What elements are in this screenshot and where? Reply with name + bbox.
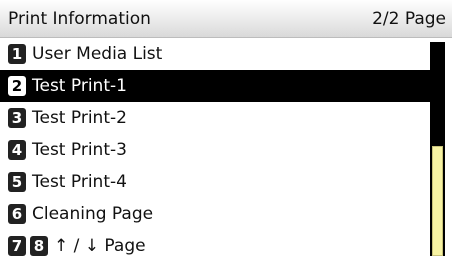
menu-item-test-print-2[interactable]: 3 Test Print-2	[0, 102, 430, 134]
menu-item-label: Cleaning Page	[32, 204, 154, 224]
menu-item-test-print-1[interactable]: 2 Test Print-1	[0, 70, 430, 102]
menu-item-label: Test Print-4	[32, 172, 127, 192]
page-title: Print Information	[8, 9, 151, 29]
menu-item-label: Test Print-3	[32, 140, 127, 160]
menu-item-user-media-list[interactable]: 1 User Media List	[0, 38, 430, 70]
number-4-icon: 4	[8, 140, 26, 160]
number-7-icon[interactable]: 7	[8, 236, 26, 256]
menu-item-label: Test Print-1	[32, 76, 127, 96]
scrollbar-thumb[interactable]	[432, 146, 443, 256]
menu-item-test-print-4[interactable]: 5 Test Print-4	[0, 166, 430, 198]
menu-item-label: Test Print-2	[32, 108, 127, 128]
page-nav-label: ↑ / ↓ Page	[54, 236, 146, 256]
number-2-icon: 2	[8, 76, 26, 96]
number-6-icon: 6	[8, 204, 26, 224]
header-bar: Print Information 2/2 Page	[0, 0, 452, 38]
page-nav-row[interactable]: 7 8 ↑ / ↓ Page	[0, 230, 430, 256]
menu-item-label: User Media List	[32, 44, 163, 64]
number-3-icon: 3	[8, 108, 26, 128]
number-5-icon: 5	[8, 172, 26, 192]
scrollbar[interactable]	[430, 42, 445, 256]
menu-item-cleaning-page[interactable]: 6 Cleaning Page	[0, 198, 430, 230]
menu-item-test-print-3[interactable]: 4 Test Print-3	[0, 134, 430, 166]
menu-list: 1 User Media List 2 Test Print-1 3 Test …	[0, 38, 430, 256]
page-indicator: 2/2 Page	[372, 9, 446, 29]
number-1-icon: 1	[8, 44, 26, 64]
number-8-icon[interactable]: 8	[30, 236, 48, 256]
